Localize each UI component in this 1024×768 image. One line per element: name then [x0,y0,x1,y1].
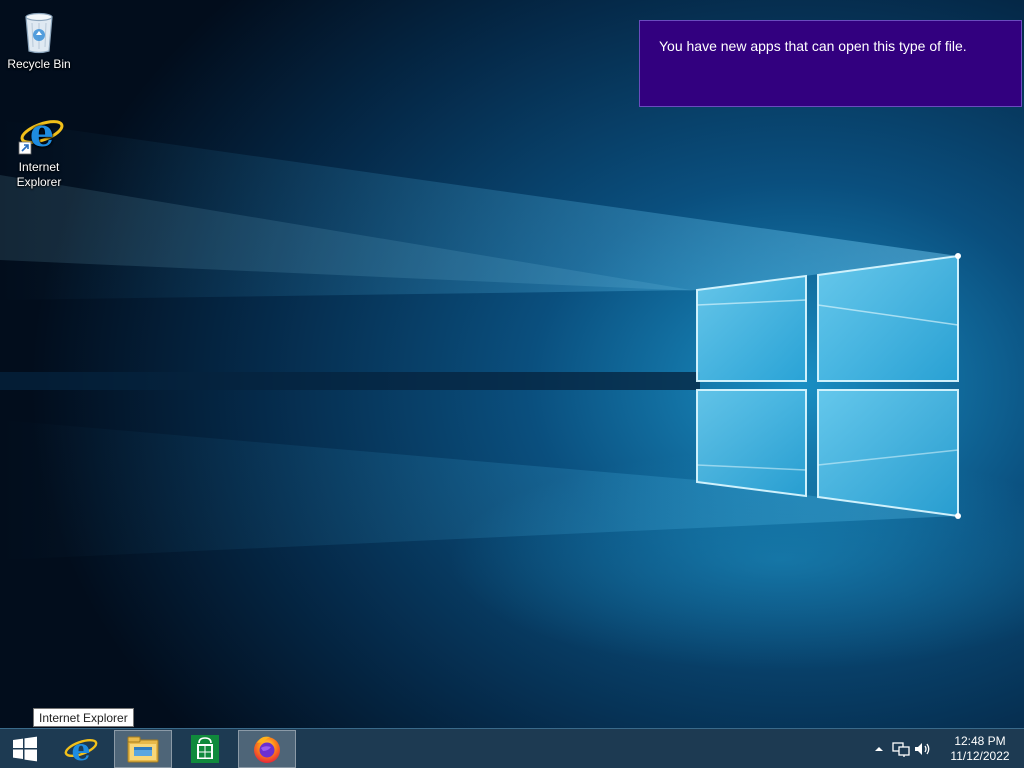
desktop-icon-recycle-bin[interactable]: Recycle Bin [1,7,77,72]
tooltip: Internet Explorer [33,708,134,727]
taskbar-firefox[interactable] [238,730,296,768]
firefox-icon [254,736,280,763]
clock-time: 12:48 PM [954,733,1006,748]
desktop-icon-internet-explorer[interactable]: e Internet Explorer [1,110,77,190]
svg-text:e: e [30,110,54,155]
clock[interactable]: 12:48 PM 11/12/2022 [940,734,1020,764]
start-button[interactable] [0,730,50,768]
system-tray: 12:48 PM 11/12/2022 [868,729,1024,768]
internet-explorer-icon: e [17,110,64,158]
wallpaper [0,0,1024,768]
clock-date: 11/12/2022 [950,748,1010,763]
taskbar-file-explorer[interactable] [114,730,172,768]
recycle-bin-label: Recycle Bin [7,57,71,71]
recycle-bin-icon [17,7,61,55]
store-icon [191,735,219,763]
windows-logo-icon [13,736,37,762]
file-explorer-icon [127,736,159,763]
toast-notification[interactable]: You have new apps that can open this typ… [639,20,1022,107]
internet-explorer-label: Internet Explorer [16,160,62,189]
taskbar-internet-explorer[interactable]: e [52,730,110,768]
taskbar: e 12:48 PM 11/12/2022 [0,728,1024,768]
network-icon[interactable] [890,738,912,760]
volume-icon[interactable] [912,738,934,760]
desktop: Recycle Bin e Internet Explorer You have… [0,0,1024,768]
taskbar-store[interactable] [176,730,234,768]
show-hidden-icons-icon[interactable] [868,738,890,760]
toast-message: You have new apps that can open this typ… [659,38,967,54]
svg-text:e: e [71,733,90,766]
internet-explorer-icon: e [64,733,98,766]
